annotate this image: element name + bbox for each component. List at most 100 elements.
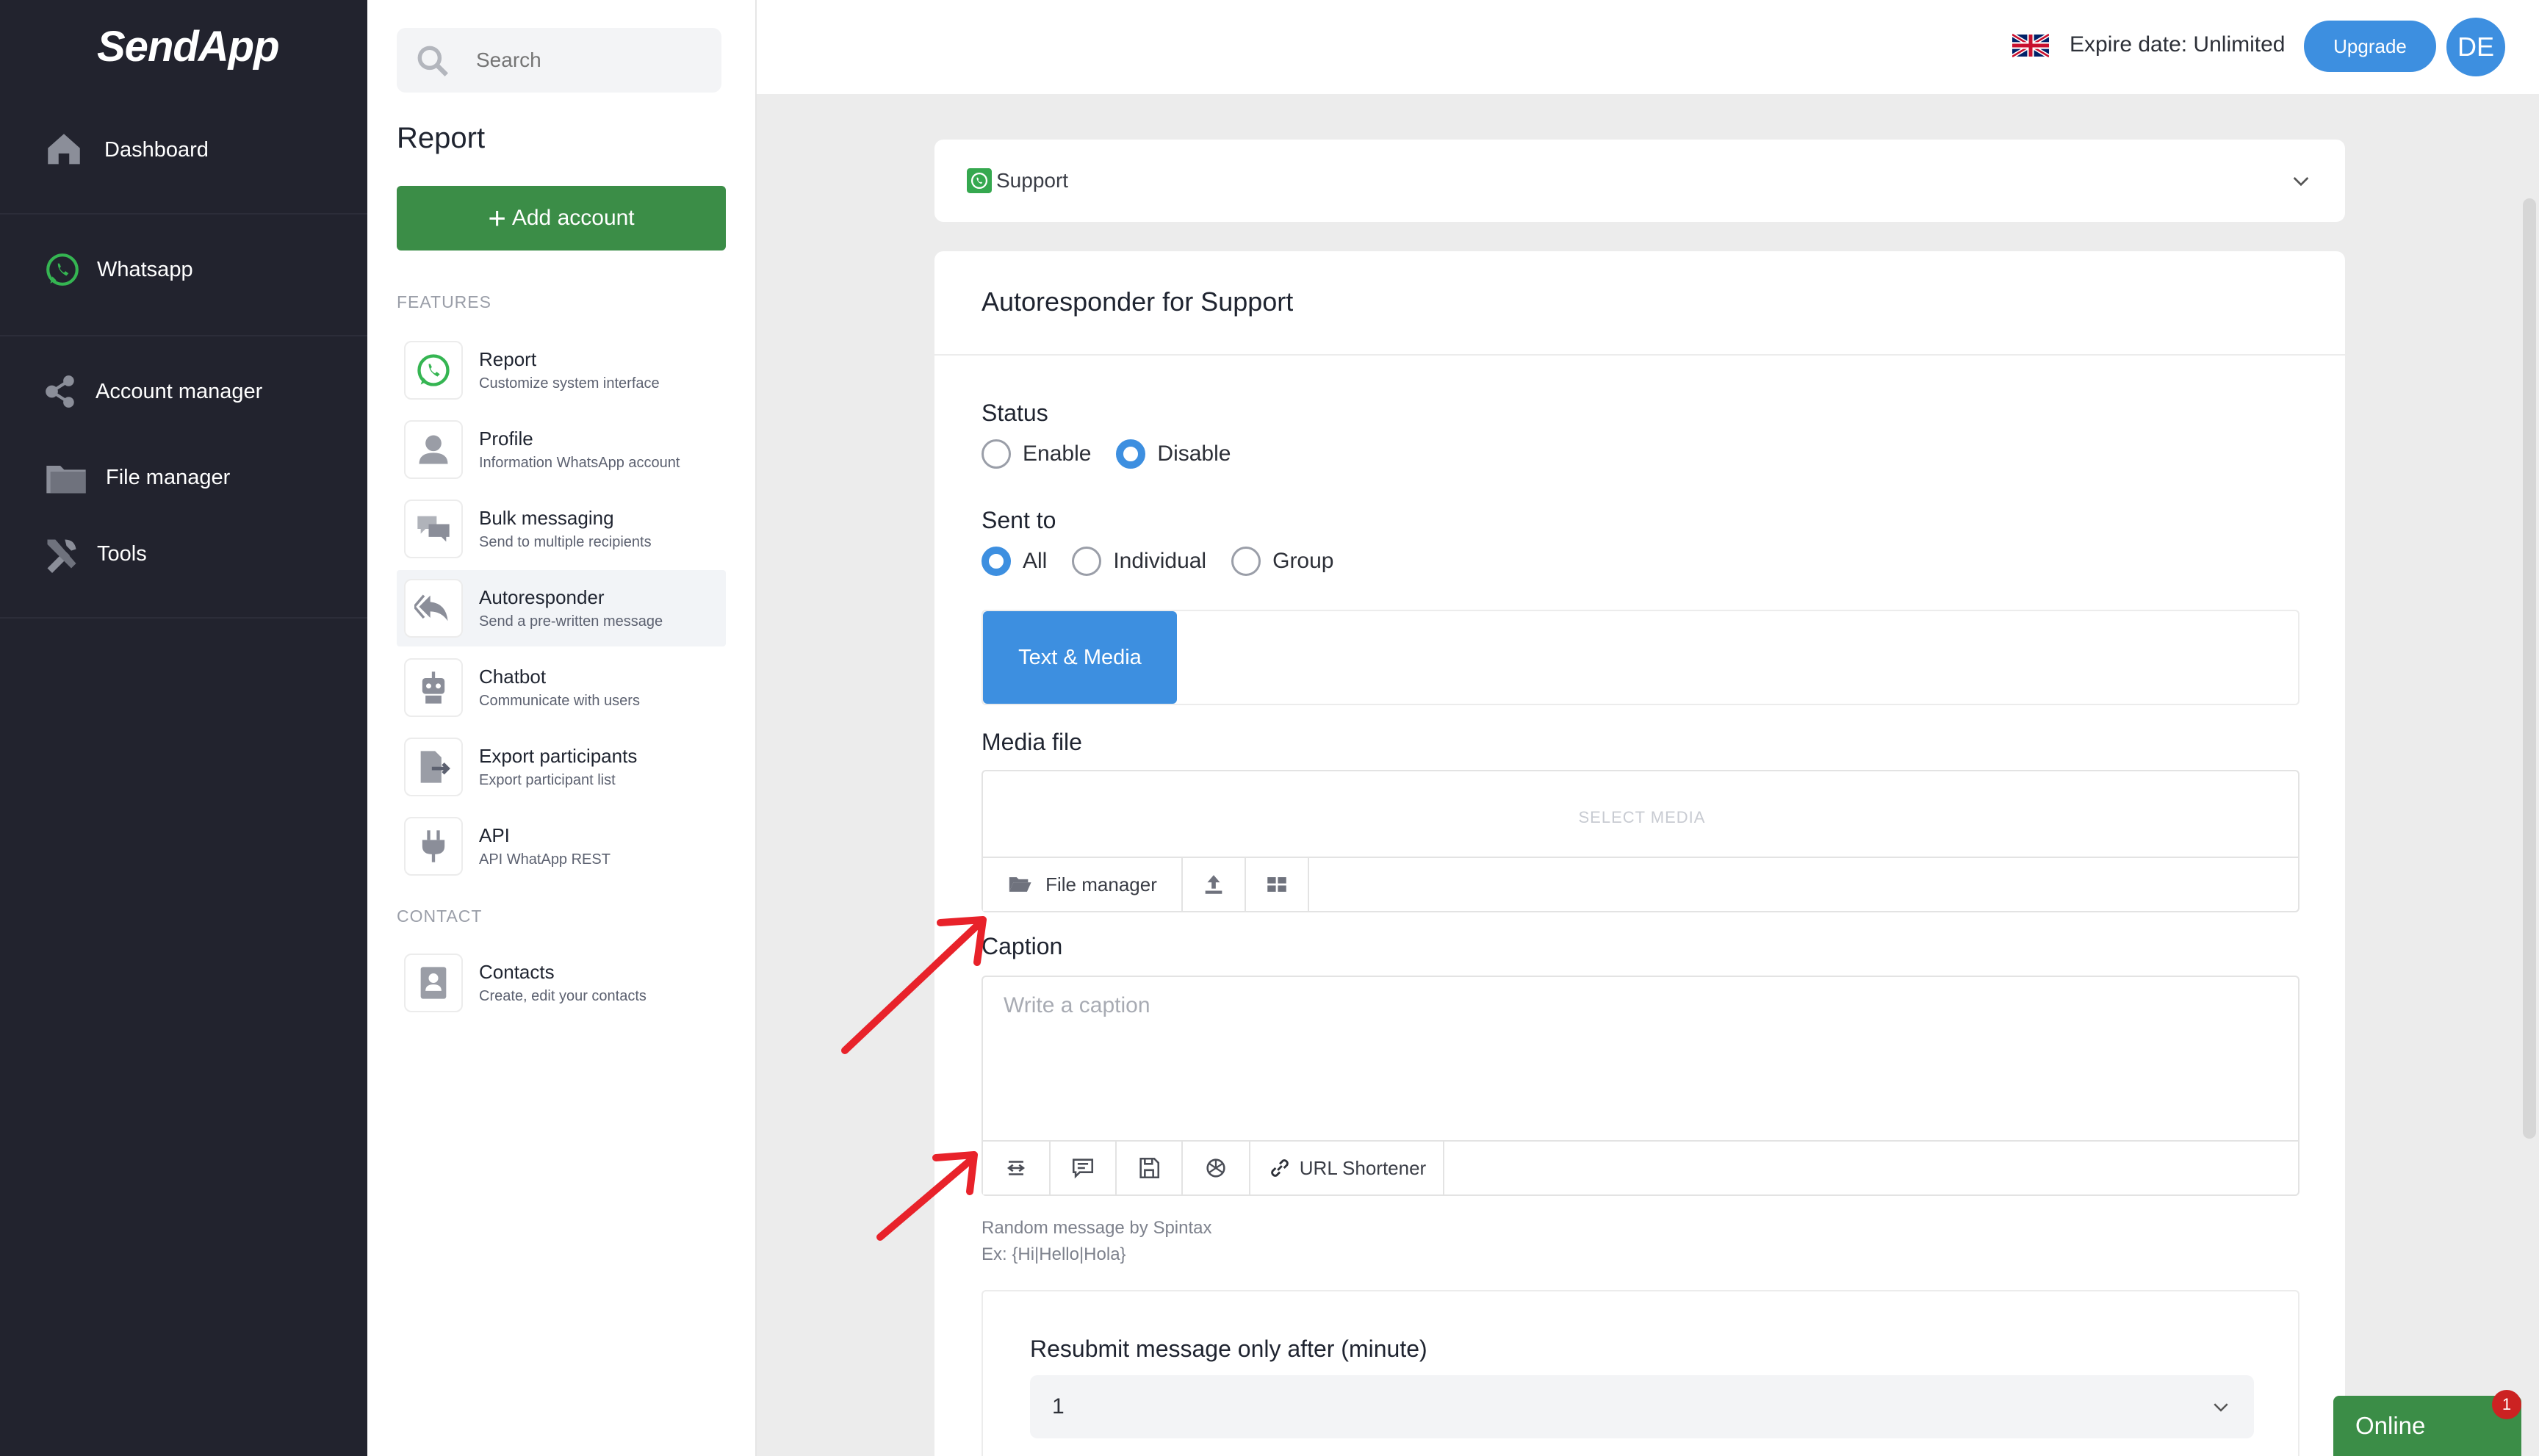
card-header: Autoresponder for Support — [934, 251, 2345, 356]
caption-toolbar: URL Shortener — [983, 1140, 2298, 1194]
plus-icon: + — [488, 201, 506, 235]
avatar[interactable]: DE — [2446, 18, 2505, 76]
annotation-arrow-lower — [876, 1151, 978, 1241]
url-shortener-button[interactable]: URL Shortener — [1250, 1142, 1444, 1194]
feature-item-autoresponder[interactable]: Autoresponder Send a pre-written message — [397, 570, 726, 646]
resubmit-label: Resubmit message only after (minute) — [1030, 1336, 1427, 1362]
whatsapp-icon — [417, 354, 450, 386]
nav-item-tools[interactable]: Tools — [43, 535, 147, 573]
feature-title: Contacts — [479, 961, 555, 983]
top-bar: Expire date: Unlimited Upgrade DE — [757, 0, 2539, 94]
home-icon — [48, 134, 80, 165]
feature-title: Autoresponder — [479, 586, 605, 608]
spintax-example: Ex: {Hi|Hello|Hola} — [982, 1244, 1126, 1264]
spintax-button[interactable] — [983, 1142, 1051, 1194]
media-file-label: Media file — [982, 729, 1082, 755]
media-grid-button[interactable] — [1246, 858, 1309, 911]
search-input[interactable] — [476, 44, 696, 76]
media-toolbar: File manager — [983, 857, 2298, 911]
feature-title: API — [479, 824, 510, 846]
feature-icon-box — [404, 658, 463, 717]
contact-heading: CONTACT — [397, 907, 483, 926]
chevron-down-icon — [2293, 177, 2309, 187]
feature-icon-box — [404, 954, 463, 1012]
autoresponder-card: Autoresponder for Support Status Enable … — [934, 251, 2345, 1456]
sent-to-individual-radio[interactable] — [1072, 547, 1102, 576]
feature-icon-box — [404, 817, 463, 876]
upload-icon — [1205, 875, 1222, 894]
account-select[interactable]: Support — [934, 140, 2345, 222]
export-icon — [420, 751, 450, 783]
feature-item-chatbot[interactable]: Chatbot Communicate with users — [397, 649, 726, 726]
comment-icon — [1072, 1158, 1094, 1179]
feature-desc: Create, edit your contacts — [479, 988, 647, 1004]
upgrade-button[interactable]: Upgrade — [2304, 21, 2436, 72]
resubmit-box: Resubmit message only after (minute) 1 — [982, 1290, 2299, 1456]
account-name: Support — [996, 169, 1069, 192]
caption-box: URL Shortener — [982, 976, 2299, 1196]
feature-panel: Report + Add account FEATURES Report Cus… — [367, 0, 757, 1456]
status-label: Status — [982, 400, 1048, 426]
radio-label: Disable — [1157, 442, 1231, 466]
feature-desc: API WhatApp REST — [479, 851, 611, 868]
feature-icon-box — [404, 500, 463, 558]
sent-to-radio-group: All Individual Group — [982, 547, 1359, 576]
nav-label: Tools — [97, 541, 147, 566]
search-box — [397, 28, 721, 93]
insert-comment-button[interactable] — [1051, 1142, 1117, 1194]
file-manager-button[interactable]: File manager — [983, 858, 1183, 911]
scrollbar[interactable] — [2523, 198, 2536, 1139]
feature-text: Profile Information WhatsApp account — [479, 428, 680, 472]
feature-title: Chatbot — [479, 666, 547, 688]
search-icon — [417, 46, 448, 76]
caption-input[interactable] — [983, 977, 2298, 1140]
feature-icon-box — [404, 579, 463, 638]
nav-item-whatsapp[interactable]: Whatsapp — [43, 251, 193, 288]
nav-label: File manager — [106, 465, 231, 489]
ai-assistant-button[interactable] — [1183, 1142, 1250, 1194]
feature-item-profile[interactable]: Profile Information WhatsApp account — [397, 411, 726, 488]
status-disable-radio[interactable] — [1116, 439, 1146, 469]
status-enable-radio[interactable] — [982, 439, 1011, 469]
feature-text: Contacts Create, edit your contacts — [479, 961, 647, 1005]
nav-item-dashboard[interactable]: Dashboard — [43, 129, 209, 171]
tab-text-media[interactable]: Text & Media — [983, 611, 1177, 704]
feature-item-report[interactable]: Report Customize system interface — [397, 332, 726, 408]
sent-to-group-radio[interactable] — [1231, 547, 1261, 576]
resubmit-select[interactable]: 1 — [1030, 1375, 2254, 1438]
feature-title: Export participants — [479, 745, 638, 767]
contact-book-icon — [420, 967, 447, 999]
feature-desc: Information WhatsApp account — [479, 455, 680, 471]
feature-item-contacts[interactable]: Contacts Create, edit your contacts — [397, 945, 726, 1021]
feature-desc: Send a pre-written message — [479, 613, 663, 630]
add-account-label: Add account — [511, 206, 635, 230]
reply-icon — [414, 594, 448, 621]
feature-icon-box — [404, 341, 463, 400]
nav-item-account-manager[interactable]: Account manager — [43, 373, 262, 410]
uk-flag-icon[interactable] — [2012, 32, 2049, 59]
folder-icon — [46, 466, 86, 494]
spintax-hint: Random message by Spintax — [982, 1218, 1212, 1238]
feature-item-export-participants[interactable]: Export participants Export participant l… — [397, 729, 726, 805]
saved-caption-button[interactable] — [1117, 1142, 1183, 1194]
status-radio-group: Enable Disable — [982, 439, 1256, 469]
main-sidebar: SendApp Dashboard Whatsapp Account manag… — [0, 0, 367, 1456]
features-heading: FEATURES — [397, 292, 491, 311]
add-account-button[interactable]: + Add account — [397, 186, 726, 251]
app-logo[interactable]: SendApp — [97, 22, 280, 71]
feature-text: Autoresponder Send a pre-written message — [479, 586, 663, 630]
tab-strip: Text & Media — [982, 610, 2299, 705]
nav-divider — [0, 213, 367, 215]
upload-button[interactable] — [1183, 858, 1246, 911]
link-icon — [1271, 1159, 1289, 1177]
sent-to-all-radio[interactable] — [982, 547, 1011, 576]
select-media-dropzone[interactable]: SELECT MEDIA — [983, 808, 2301, 827]
feature-text: API API WhatApp REST — [479, 824, 611, 868]
grid-icon — [1267, 877, 1286, 892]
openai-icon — [1206, 1158, 1225, 1178]
feature-item-bulk-messaging[interactable]: Bulk messaging Send to multiple recipien… — [397, 491, 726, 567]
feature-item-api[interactable]: API API WhatApp REST — [397, 808, 726, 884]
whatsapp-icon — [46, 253, 79, 286]
save-icon — [1139, 1157, 1160, 1179]
nav-item-file-manager[interactable]: File manager — [43, 454, 230, 501]
